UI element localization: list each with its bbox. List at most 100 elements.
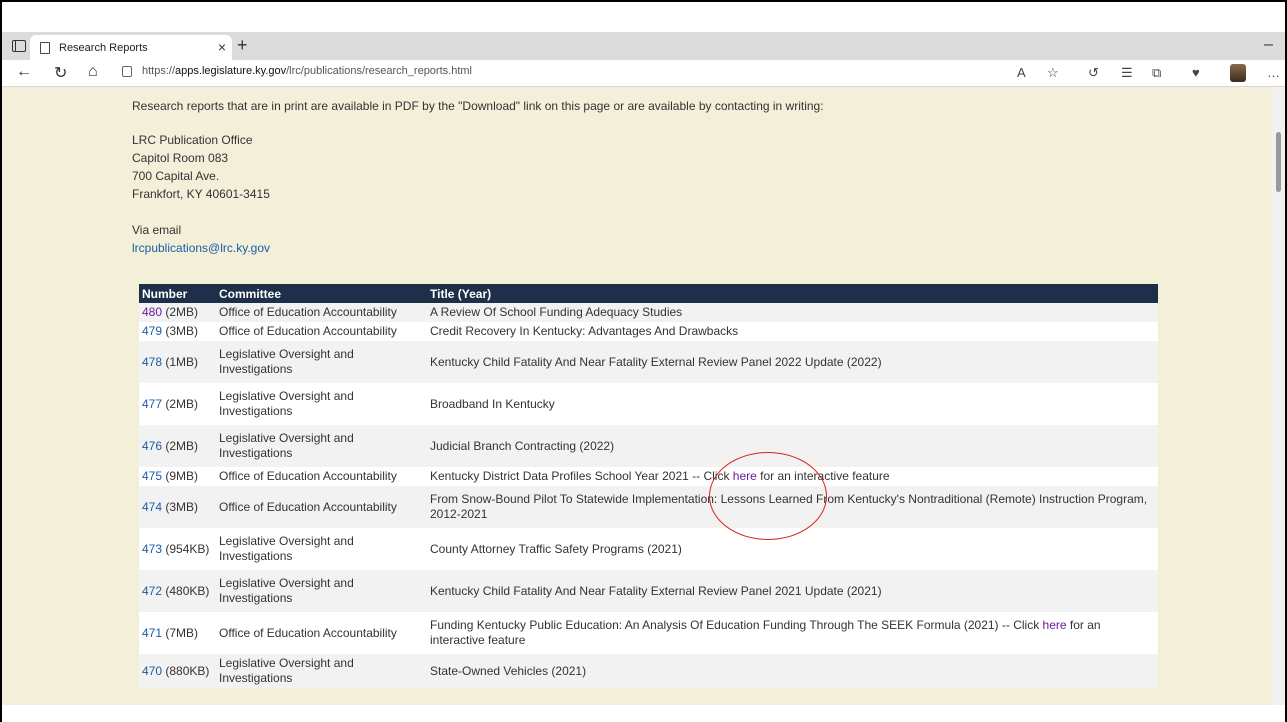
number-cell: 478 (1MB) [139,341,216,383]
favorites-icon[interactable]: ☰ [1121,65,1133,81]
table-row: 474 (3MB) Office of Education Accountabil… [139,486,1158,528]
title-text: Funding Kentucky Public Education: An An… [430,618,1043,632]
refresh-icon[interactable]: ↻ [54,63,67,83]
url-field[interactable]: https://apps.legislature.ky.gov/lrc/publ… [142,65,472,77]
committee-cell: Legislative Oversight and Investigations [216,425,427,467]
address-line: Capitol Room 083 [132,151,229,165]
report-number-link[interactable]: 480 [142,305,162,319]
committee-cell: Office of Education Accountability [216,612,427,654]
file-size: (2MB) [162,438,199,453]
number-cell: 470 (880KB) [139,654,216,688]
title-cell: Kentucky Child Fatality And Near Fatalit… [427,341,1158,383]
file-size: (1MB) [162,354,199,369]
here-link[interactable]: here [1043,618,1067,632]
new-tab-icon[interactable]: + [237,35,248,56]
favorite-star-icon[interactable]: ☆ [1047,65,1059,81]
title-text: Judicial Branch Contracting (2022) [430,438,615,453]
file-size: (880KB) [162,663,210,678]
table-row: 477 (2MB) Legislative Oversight and Inves… [139,383,1158,425]
collections-icon[interactable]: ⧉ [1152,65,1161,81]
tab-research-reports[interactable]: Research Reports × [30,35,232,60]
email-link[interactable]: lrcpublications@lrc.ky.gov [132,239,270,257]
title-cell: Kentucky Child Fatality And Near Fatalit… [427,570,1158,612]
title-cell: Funding Kentucky Public Education: An An… [427,612,1158,654]
back-icon[interactable]: ← [16,63,32,81]
title-cell: From Snow-Bound Pilot To Statewide Imple… [427,486,1158,528]
close-tab-icon[interactable]: × [218,39,226,55]
committee-cell: Legislative Oversight and Investigations [216,528,427,570]
browser-window: Research Reports × + – ← ↻ ⌂ https://app… [0,0,1287,722]
header-committee[interactable]: Committee [216,284,427,303]
report-number-link[interactable]: 476 [142,439,162,453]
report-number-link[interactable]: 472 [142,584,162,598]
more-icon[interactable]: … [1267,65,1280,80]
number-cell: 473 (954KB) [139,528,216,570]
email-block: Via email lrcpublications@lrc.ky.gov [132,221,270,257]
number-cell: 471 (7MB) [139,612,216,654]
committee-cell: Office of Education Accountability [216,467,427,486]
tab-bar: Research Reports × + – [2,32,1285,60]
title-text: State-Owned Vehicles (2021) [430,663,587,678]
number-cell: 480 (2MB) [139,303,216,322]
title-cell: Credit Recovery In Kentucky: Advantages … [427,322,1158,341]
number-cell: 474 (3MB) [139,486,216,528]
report-number-link[interactable]: 473 [142,542,162,556]
title-text: County Attorney Traffic Safety Programs … [430,541,682,556]
here-link[interactable]: here [733,469,757,483]
report-number-link[interactable]: 471 [142,626,162,640]
table-row: 470 (880KB) Legislative Oversight and Inv… [139,654,1158,688]
file-size: (2MB) [162,396,199,411]
number-cell: 479 (3MB) [139,322,216,341]
intro-text: Research reports that are in print are a… [132,99,824,113]
title-text: Kentucky Child Fatality And Near Fatalit… [430,354,882,369]
report-number-link[interactable]: 470 [142,664,162,678]
file-size: (2MB) [162,305,199,319]
title-cell: County Attorney Traffic Safety Programs … [427,528,1158,570]
title-text: Kentucky District Data Profiles School Y… [430,469,733,483]
title-text: Broadband In Kentucky [430,396,555,411]
refresh-extension-icon[interactable]: ↺ [1088,65,1099,81]
committee-cell: Legislative Oversight and Investigations [216,341,427,383]
table-row: 472 (480KB) Legislative Oversight and Inv… [139,570,1158,612]
address-block: LRC Publication Office Capitol Room 083 … [132,131,270,203]
table-row: 475 (9MB) Office of Education Accountabil… [139,467,1158,486]
title-cell: Judicial Branch Contracting (2022) [427,425,1158,467]
table-row: 479 (3MB) Office of Education Accountabil… [139,322,1158,341]
report-number-link[interactable]: 474 [142,500,162,514]
read-aloud-icon[interactable]: A [1017,65,1026,80]
address-line: Frankfort, KY 40601-3415 [132,187,270,201]
file-size: (9MB) [162,469,199,483]
minimize-icon[interactable]: – [1264,36,1273,54]
scrollbar[interactable] [1272,87,1285,705]
table-row: 478 (1MB) Legislative Oversight and Inves… [139,341,1158,383]
title-text: Kentucky Child Fatality And Near Fatalit… [430,583,882,598]
lock-icon[interactable] [122,66,132,77]
address-line: 700 Capital Ave. [132,169,220,183]
tab-actions-icon[interactable] [12,40,26,52]
url-domain: apps.legislature.ky.gov [175,65,287,77]
scrollbar-thumb[interactable] [1276,132,1281,192]
report-number-link[interactable]: 475 [142,469,162,483]
committee-cell: Legislative Oversight and Investigations [216,654,427,688]
profile-avatar[interactable] [1230,64,1246,82]
file-size: (3MB) [162,499,199,514]
header-number[interactable]: Number [139,284,216,303]
header-title[interactable]: Title (Year) [427,284,1158,303]
report-number-link[interactable]: 479 [142,324,162,338]
table-row: 480 (2MB) Office of Education Accountabil… [139,303,1158,322]
tab-title: Research Reports [59,41,148,54]
number-cell: 477 (2MB) [139,383,216,425]
table-row: 476 (2MB) Legislative Oversight and Inves… [139,425,1158,467]
file-size: (7MB) [162,625,199,640]
number-cell: 475 (9MB) [139,467,216,486]
committee-cell: Office of Education Accountability [216,303,427,322]
extension-icon[interactable]: ♥ [1192,65,1200,80]
report-number-link[interactable]: 477 [142,397,162,411]
number-cell: 472 (480KB) [139,570,216,612]
file-size: (954KB) [162,541,210,556]
title-text: Credit Recovery In Kentucky: Advantages … [430,324,739,338]
committee-cell: Legislative Oversight and Investigations [216,383,427,425]
report-number-link[interactable]: 478 [142,355,162,369]
title-text: A Review Of School Funding Adequacy Stud… [430,305,683,319]
home-icon[interactable]: ⌂ [88,63,98,81]
